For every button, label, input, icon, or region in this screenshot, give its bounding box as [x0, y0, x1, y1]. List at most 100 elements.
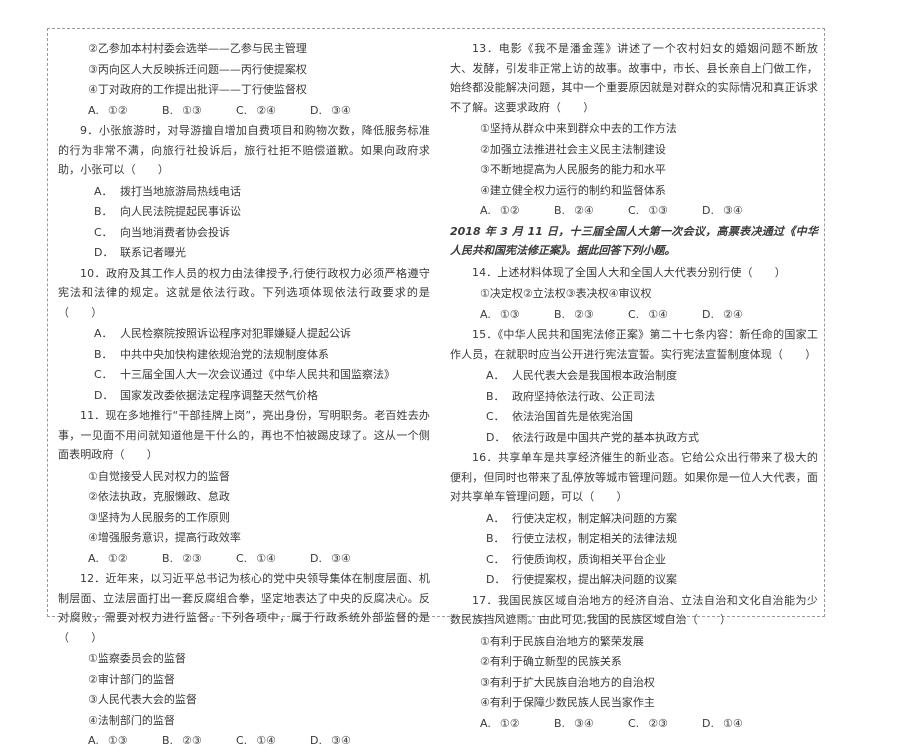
circled-option[interactable]: ③丙向区人大反映拆迁问题——丙行使提案权 — [58, 60, 430, 80]
answer-option[interactable]: C． 向当地消费者协会投诉 — [58, 223, 430, 243]
answer-choice-value: ③④ — [330, 734, 351, 747]
circled-option[interactable]: ④法制部门的监督 — [58, 711, 430, 731]
answer-choice[interactable]: A. ①② — [88, 101, 162, 121]
answer-choice[interactable]: B. ②③ — [162, 549, 236, 569]
circled-option[interactable]: ④丁对政府的工作提出批评——丁行使监督权 — [58, 80, 430, 100]
option-label: A． — [486, 369, 505, 382]
answer-choice[interactable]: B. ③④ — [554, 714, 628, 734]
answer-option[interactable]: C． 十三届全国人大一次会议通过《中华人民共和国监察法》 — [58, 365, 430, 385]
option-text: 人民代表大会是我国根本政治制度 — [512, 369, 677, 382]
answer-choice-key: D. — [310, 103, 322, 117]
answer-option[interactable]: A． 人民代表大会是我国根本政治制度 — [450, 366, 818, 386]
answer-choice[interactable]: D. ③④ — [702, 201, 776, 221]
answer-choice[interactable]: B. ②③ — [554, 305, 628, 325]
option-text: 向当地消费者协会投诉 — [120, 225, 230, 239]
option-label: C． — [94, 368, 113, 381]
answer-choice-key: C. — [628, 204, 640, 217]
answer-option[interactable]: B． 政府坚持依法行政、公正司法 — [450, 387, 818, 407]
answer-choice-key: B. — [554, 716, 566, 730]
answer-choice-value: ①③ — [499, 307, 520, 321]
circled-option[interactable]: ①有利于民族自治地方的繁荣发展 — [450, 632, 818, 652]
circled-option[interactable]: ③人民代表大会的监督 — [58, 690, 430, 710]
answer-option[interactable]: A． 行使决定权，制定解决问题的方案 — [450, 509, 818, 529]
answer-choice[interactable]: D. ③④ — [310, 549, 384, 569]
answer-choice-key: A. — [88, 551, 99, 565]
option-label: D． — [94, 388, 114, 402]
circled-option[interactable]: ②加强立法推进社会主义民主法制建设 — [450, 140, 818, 160]
answer-option[interactable]: D． 行使提案权，提出解决问题的议案 — [450, 570, 818, 590]
answer-option[interactable]: B． 向人民法院提起民事诉讼 — [58, 202, 430, 222]
option-text: 拨打当地旅游局热线电话 — [120, 184, 241, 198]
answer-choice[interactable]: D. ①④ — [702, 714, 776, 734]
option-text: 行使质询权，质询相关平台企业 — [512, 552, 666, 566]
option-text: 行使提案权，提出解决问题的议案 — [512, 573, 677, 586]
circled-option[interactable]: ④有利于保障少数民族人民当家作主 — [450, 693, 818, 713]
answer-option[interactable]: A． 人民检察院按照诉讼程序对犯罪嫌疑人提起公诉 — [58, 324, 430, 344]
answer-choice[interactable]: A. ①② — [88, 549, 162, 569]
answer-choice[interactable]: C. ①④ — [628, 305, 702, 325]
answer-choice[interactable]: C. ①④ — [236, 731, 310, 751]
answer-choice-key: D. — [702, 204, 714, 217]
circled-option[interactable]: ①自觉接受人民对权力的监督 — [58, 467, 430, 487]
answer-choice[interactable]: C. ①④ — [236, 549, 310, 569]
answer-choice[interactable]: C. ②③ — [628, 714, 702, 734]
answer-choice[interactable]: C. ①③ — [628, 201, 702, 221]
option-text: 十三届全国人大一次会议通过《中华人民共和国监察法》 — [120, 368, 395, 381]
answer-choice[interactable]: A. ①③ — [88, 731, 162, 751]
circled-option[interactable]: ③有利于扩大民族自治地方的自治权 — [450, 673, 818, 693]
answer-choice-row: A. ①② B. ③④ C. ②③ D. ①④ — [450, 714, 818, 734]
exam-content-frame: ②乙参加本村村委会选举——乙参与民主管理 ③丙向区人大反映拆迁问题——丙行使提案权… — [47, 28, 825, 747]
answer-option[interactable]: C． 依法治国首先是依宪治国 — [450, 407, 818, 427]
circled-option[interactable]: ①坚持从群众中来到群众中去的工作方法 — [450, 119, 818, 139]
question-stem: 15．《中华人民共和国宪法修正案》第二十七条内容：新任命的国家工作人员，在就职时… — [450, 328, 818, 361]
answer-choice[interactable]: A. ①② — [480, 201, 554, 221]
answer-option[interactable]: C． 行使质询权，质询相关平台企业 — [450, 550, 818, 570]
answer-choice-key: A. — [88, 734, 99, 747]
circled-option[interactable]: ②乙参加本村村委会选举——乙参与民主管理 — [58, 39, 430, 59]
circled-option[interactable]: ④增强服务意识，提高行政效率 — [58, 528, 430, 548]
circled-option[interactable]: ②审计部门的监督 — [58, 670, 430, 690]
answer-choice[interactable]: D. ③④ — [310, 731, 384, 751]
option-text: 政府坚持依法行政、公正司法 — [512, 389, 655, 403]
left-column: ②乙参加本村村委会选举——乙参与民主管理 ③丙向区人大反映拆迁问题——丙行使提案权… — [48, 29, 436, 747]
answer-choice[interactable]: D. ③④ — [310, 101, 384, 121]
answer-choice-value: ①③ — [182, 103, 202, 117]
answer-choice-key: C. — [236, 734, 248, 747]
answer-choice-key: A. — [480, 307, 491, 321]
answer-choice-key: B. — [162, 734, 174, 747]
answer-choice-key: B. — [554, 204, 566, 217]
circled-option[interactable]: ①监察委员会的监督 — [58, 649, 430, 669]
circled-option[interactable]: ③坚持为人民服务的工作原则 — [58, 508, 430, 528]
answer-choice-value: ①② — [107, 551, 128, 565]
answer-option[interactable]: D． 国家发改委依据法定程序调整天然气价格 — [58, 386, 430, 406]
answer-choice-key: A. — [88, 103, 99, 117]
answer-choice-key: D. — [702, 716, 714, 730]
answer-option[interactable]: B． 行使立法权，制定相关的法律法规 — [450, 529, 818, 549]
answer-choice[interactable]: B. ②③ — [162, 731, 236, 751]
answer-choice-key: B. — [554, 307, 566, 321]
answer-choice[interactable]: B. ②④ — [554, 201, 628, 221]
option-label: B． — [486, 532, 505, 545]
answer-choice-value: ①② — [107, 103, 128, 117]
option-label: C． — [486, 410, 505, 423]
answer-choice[interactable]: B. ①③ — [162, 101, 236, 121]
answer-option[interactable]: A． 拨打当地旅游局热线电话 — [58, 182, 430, 202]
circled-option[interactable]: ④建立健全权力运行的制约和监督体系 — [450, 181, 818, 201]
question-stem: 11．现在多地推行“干部挂牌上岗”，亮出身份，写明职务。老百姓去办事，一见面不用… — [58, 409, 430, 461]
circled-option[interactable]: ②有利于确立新型的民族关系 — [450, 652, 818, 672]
answer-option[interactable]: B． 中共中央加快构建依规治党的法规制度体系 — [58, 345, 430, 365]
circled-option[interactable]: ③不断地提高为人民服务的能力和水平 — [450, 160, 818, 180]
answer-option[interactable]: D． 依法行政是中国共产党的基本执政方式 — [450, 428, 818, 448]
circled-option[interactable]: ①决定权②立法权③表决权④审议权 — [450, 284, 818, 304]
answer-option[interactable]: D． 联系记者曝光 — [58, 243, 430, 263]
answer-choice-key: B. — [162, 551, 174, 565]
answer-choice-key: A. — [480, 716, 491, 730]
answer-choice-key: D. — [310, 551, 322, 565]
answer-choice-key: A. — [480, 204, 491, 217]
answer-choice[interactable]: A. ①③ — [480, 305, 554, 325]
answer-choice[interactable]: D. ②④ — [702, 305, 776, 325]
circled-option[interactable]: ②依法执政，克服懒政、怠政 — [58, 487, 430, 507]
answer-choice-key: C. — [628, 716, 640, 730]
answer-choice[interactable]: C. ②④ — [236, 101, 310, 121]
answer-choice[interactable]: A. ①② — [480, 714, 554, 734]
